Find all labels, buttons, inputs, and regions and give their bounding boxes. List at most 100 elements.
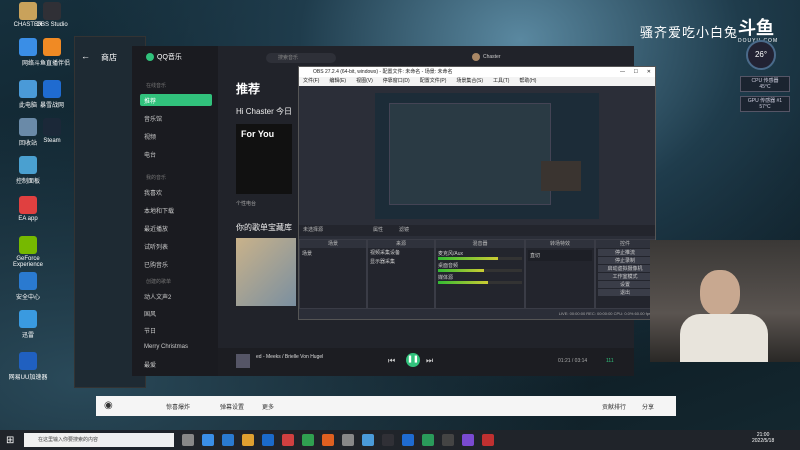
taskbar-app-icon[interactable] bbox=[382, 434, 394, 446]
qqmusic-search-input[interactable]: 搜索音乐 bbox=[266, 53, 336, 63]
desktop-icon[interactable]: 斗鱼直播伴侣 bbox=[30, 38, 74, 67]
obs-menu-item[interactable]: 视图(V) bbox=[356, 77, 373, 86]
desktop-icon[interactable]: Steam bbox=[30, 118, 74, 144]
obs-control-button[interactable]: 工作室模式 bbox=[598, 273, 652, 280]
sidebar-item[interactable]: 推荐 bbox=[140, 94, 212, 106]
close-icon[interactable]: ✕ bbox=[647, 67, 651, 77]
taskbar-search-input[interactable]: 在这里输入你要搜索的内容 bbox=[24, 433, 174, 447]
obs-menu-item[interactable]: 编辑(E) bbox=[329, 77, 346, 86]
app-icon bbox=[43, 38, 61, 56]
more-button[interactable]: 更多 bbox=[262, 402, 274, 411]
obs-control-button[interactable]: 停止推流 bbox=[598, 249, 652, 256]
track-cover[interactable] bbox=[236, 354, 250, 368]
desktop-icon[interactable]: 控制面板 bbox=[6, 156, 50, 185]
user-info[interactable]: Chaster bbox=[472, 53, 501, 61]
gift-button[interactable]: 惊喜爆炸 bbox=[166, 402, 190, 411]
playlist-item[interactable]: 国风 bbox=[140, 307, 212, 319]
maximize-icon[interactable]: ☐ bbox=[634, 67, 638, 77]
obs-menu-item[interactable]: 停靠窗口(D) bbox=[383, 77, 410, 86]
taskbar-app-icon[interactable] bbox=[182, 434, 194, 446]
start-icon[interactable]: ⊞ bbox=[6, 435, 14, 446]
desktop-icon-label: 网易UU加速器 bbox=[8, 375, 48, 381]
clock[interactable]: 21:00 2022/5/18 bbox=[752, 432, 774, 444]
next-icon[interactable]: ⏭ bbox=[426, 356, 433, 366]
obs-control-button[interactable]: 停止录制 bbox=[598, 257, 652, 264]
obs-menu-item[interactable]: 配置文件(P) bbox=[420, 77, 447, 86]
taskbar-app-icon[interactable] bbox=[302, 434, 314, 446]
desktop-icon[interactable]: GeForce Experience bbox=[6, 236, 50, 268]
app-icon bbox=[19, 310, 37, 328]
volume-meter[interactable] bbox=[438, 281, 522, 284]
playlist-count[interactable]: 111 bbox=[606, 358, 614, 364]
mute-icon[interactable]: ◉ bbox=[104, 400, 113, 411]
desktop-icon-label: 迅雷 bbox=[21, 333, 34, 339]
desktop-icon[interactable]: OBS Studio bbox=[30, 2, 74, 28]
danmu-settings-button[interactable]: 弹幕设置 bbox=[220, 402, 244, 411]
taskbar-app-icon[interactable] bbox=[482, 434, 494, 446]
source-item[interactable]: 视频采集设备 bbox=[368, 248, 434, 257]
sidebar-item[interactable]: 已购音乐 bbox=[140, 258, 212, 270]
ranking-button[interactable]: 贡献排行 bbox=[602, 402, 626, 411]
playlist-item[interactable]: 最爱 bbox=[140, 358, 212, 370]
taskbar-app-icon[interactable] bbox=[442, 434, 454, 446]
taskbar-app-icon[interactable] bbox=[422, 434, 434, 446]
taskbar-app-icon[interactable] bbox=[262, 434, 274, 446]
playlist-cover[interactable] bbox=[236, 238, 296, 306]
taskbar-app-icon[interactable] bbox=[402, 434, 414, 446]
desktop-icon[interactable]: 迅雷 bbox=[6, 310, 50, 339]
page-title: 推荐 bbox=[236, 82, 261, 96]
sidebar-item[interactable]: 我喜欢 bbox=[140, 186, 212, 198]
obs-menu-item[interactable]: 工具(T) bbox=[493, 77, 509, 86]
scene-item[interactable]: 场景 bbox=[300, 248, 366, 259]
obs-window[interactable]: OBS 27.2.4 (64-bit, windows) - 配置文件: 未命名… bbox=[298, 66, 656, 320]
playlist-item[interactable]: 动人文声2 bbox=[140, 290, 212, 302]
obs-menu-item[interactable]: 场景集合(S) bbox=[456, 77, 483, 86]
sidebar-item[interactable]: 最近播放 bbox=[140, 222, 212, 234]
sidebar-item[interactable]: 试听列表 bbox=[140, 240, 212, 252]
pause-button[interactable]: ❚❚ bbox=[406, 353, 420, 367]
share-button[interactable]: 分享 bbox=[642, 402, 654, 411]
desktop-icon[interactable]: 安全中心 bbox=[6, 272, 50, 301]
obs-menu-item[interactable]: 帮助(H) bbox=[519, 77, 536, 86]
obs-title-text: OBS 27.2.4 (64-bit, windows) - 配置文件: 未命名… bbox=[313, 69, 453, 75]
taskbar-app-icon[interactable] bbox=[222, 434, 234, 446]
cpu-temp-label: CPU 传感器 bbox=[751, 78, 779, 84]
taskbar-app-icon[interactable] bbox=[362, 434, 374, 446]
taskbar-app-icon[interactable] bbox=[282, 434, 294, 446]
obs-control-button[interactable]: 退出 bbox=[598, 289, 652, 296]
store-title: 商店 bbox=[101, 53, 117, 62]
taskbar-app-icon[interactable] bbox=[322, 434, 334, 446]
taskbar-app-icon[interactable] bbox=[202, 434, 214, 446]
obs-preview[interactable] bbox=[375, 93, 599, 219]
obs-menu-item[interactable]: 文件(F) bbox=[303, 77, 319, 86]
properties-button[interactable]: 属性 bbox=[373, 225, 383, 236]
playlist-item[interactable]: 节日 bbox=[140, 324, 212, 336]
source-item[interactable]: 显示器采集 bbox=[368, 257, 434, 266]
sidebar-item[interactable]: 电台 bbox=[140, 148, 212, 160]
minimize-icon[interactable]: — bbox=[620, 67, 625, 77]
cpu-temp-value: 45°C bbox=[759, 84, 771, 90]
obs-control-button[interactable]: 启动虚拟摄像机 bbox=[598, 265, 652, 272]
radio-cover[interactable]: For You bbox=[236, 124, 292, 194]
prev-icon[interactable]: ⏮ bbox=[388, 356, 395, 366]
desktop-icon-label: EA app bbox=[18, 216, 38, 222]
volume-meter[interactable] bbox=[438, 269, 522, 272]
back-icon[interactable]: ← bbox=[81, 51, 90, 61]
transition-select[interactable]: 直切 bbox=[528, 250, 592, 261]
sidebar-item[interactable]: 音乐馆 bbox=[140, 112, 212, 124]
sidebar-item[interactable]: 本地和下载 bbox=[140, 204, 212, 216]
volume-level bbox=[438, 257, 499, 260]
obs-control-button[interactable]: 设置 bbox=[598, 281, 652, 288]
desktop-icon[interactable]: 网易UU加速器 bbox=[6, 352, 50, 381]
avatar[interactable] bbox=[472, 53, 480, 61]
volume-meter[interactable] bbox=[438, 257, 522, 260]
taskbar-app-icon[interactable] bbox=[462, 434, 474, 446]
filters-button[interactable]: 滤镜 bbox=[399, 225, 409, 236]
taskbar-app-icon[interactable] bbox=[242, 434, 254, 446]
sidebar-item[interactable]: 视频 bbox=[140, 130, 212, 142]
desktop-icon[interactable]: EA app bbox=[6, 196, 50, 222]
playlist-item[interactable]: Merry Christmas bbox=[140, 341, 212, 353]
nav-section-created: 创建的歌单 bbox=[146, 279, 172, 285]
desktop-icon[interactable]: 暴雪战网 bbox=[30, 80, 74, 109]
taskbar-app-icon[interactable] bbox=[342, 434, 354, 446]
